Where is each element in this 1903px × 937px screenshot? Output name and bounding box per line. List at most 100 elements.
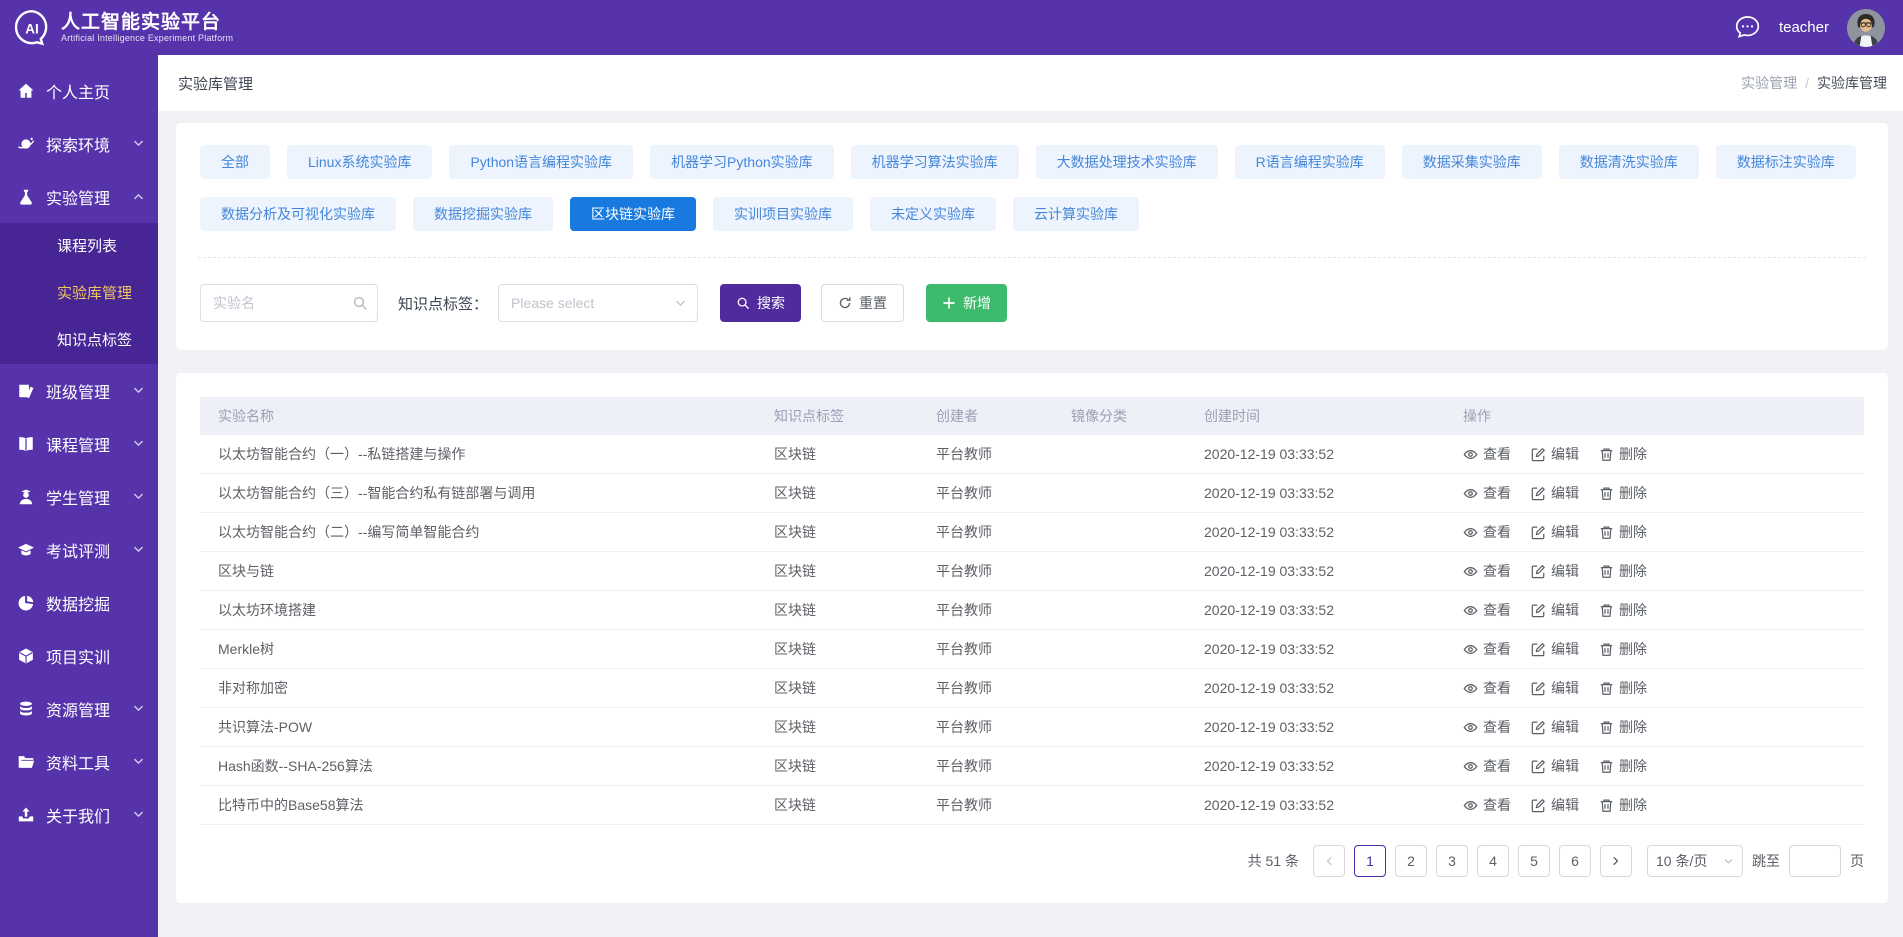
experiment-name-cell: 以太坊智能合约（二）--编写简单智能合约 [200, 522, 774, 542]
table-header-row: 实验名称 知识点标签 创建者 镜像分类 创建时间 操作 [200, 397, 1864, 435]
breadcrumb-parent[interactable]: 实验管理 [1741, 73, 1797, 93]
edit-button[interactable]: 编辑 [1531, 483, 1579, 503]
edit-button[interactable]: 编辑 [1531, 522, 1579, 542]
chevron-down-icon [132, 543, 145, 556]
knowledge-tag-select[interactable]: Please select [498, 284, 698, 322]
sidebar-item[interactable]: 资料工具 [0, 735, 158, 788]
sidebar-item[interactable]: 班级管理 [0, 364, 158, 417]
total-count: 共 51 条 [1248, 851, 1299, 871]
sidebar-item[interactable]: 课程管理 [0, 417, 158, 470]
delete-button[interactable]: 删除 [1599, 756, 1647, 776]
edit-button[interactable]: 编辑 [1531, 678, 1579, 698]
table-card: 实验名称 知识点标签 创建者 镜像分类 创建时间 操作 以太坊智能合约（一）--… [176, 373, 1888, 903]
sidebar-item[interactable]: 数据挖掘 [0, 576, 158, 629]
creator-cell: 平台教师 [936, 444, 1071, 464]
edit-button[interactable]: 编辑 [1531, 600, 1579, 620]
sidebar-subitem[interactable]: 知识点标签 [0, 317, 158, 364]
chevron-down-icon [132, 137, 145, 150]
view-button[interactable]: 查看 [1463, 483, 1511, 503]
edit-button[interactable]: 编辑 [1531, 756, 1579, 776]
filter-tag[interactable]: 机器学习Python实验库 [650, 145, 834, 179]
delete-button[interactable]: 删除 [1599, 795, 1647, 815]
creator-cell: 平台教师 [936, 756, 1071, 776]
page-number-button[interactable]: 3 [1436, 845, 1468, 877]
next-page-button[interactable] [1600, 845, 1632, 877]
message-bubble-icon[interactable] [1734, 14, 1761, 41]
sidebar-subitem[interactable]: 课程列表 [0, 223, 158, 270]
filter-tag[interactable]: 云计算实验库 [1013, 197, 1139, 231]
table-row: 共识算法-POW 区块链 平台教师 2020-12-19 03:33:52 查看 [200, 708, 1864, 747]
filter-tag[interactable]: 区块链实验库 [570, 197, 696, 231]
edit-button[interactable]: 编辑 [1531, 561, 1579, 581]
sidebar-item[interactable]: 资源管理 [0, 682, 158, 735]
created-time-cell: 2020-12-19 03:33:52 [1204, 563, 1463, 579]
view-button[interactable]: 查看 [1463, 795, 1511, 815]
view-button[interactable]: 查看 [1463, 600, 1511, 620]
trash-icon [1599, 681, 1614, 696]
delete-button[interactable]: 删除 [1599, 639, 1647, 659]
page-number-button[interactable]: 2 [1395, 845, 1427, 877]
row-actions: 查看 编辑 删除 [1463, 600, 1864, 620]
page-number-button[interactable]: 1 [1354, 845, 1386, 877]
filter-tag[interactable]: Linux系统实验库 [287, 145, 432, 179]
page-number-button[interactable]: 5 [1518, 845, 1550, 877]
reset-button[interactable]: 重置 [821, 284, 904, 322]
experiment-name-cell: 以太坊环境搭建 [200, 600, 774, 620]
view-button[interactable]: 查看 [1463, 444, 1511, 464]
avatar[interactable] [1847, 9, 1885, 47]
filter-tag[interactable]: R语言编程实验库 [1235, 145, 1385, 179]
edit-button[interactable]: 编辑 [1531, 795, 1579, 815]
filter-tag[interactable]: 全部 [200, 145, 270, 179]
created-time-cell: 2020-12-19 03:33:52 [1204, 641, 1463, 657]
sidebar-item[interactable]: 关于我们 [0, 788, 158, 841]
page-number-button[interactable]: 4 [1477, 845, 1509, 877]
view-button[interactable]: 查看 [1463, 522, 1511, 542]
view-button[interactable]: 查看 [1463, 561, 1511, 581]
filter-tag[interactable]: 机器学习算法实验库 [851, 145, 1019, 179]
filter-tag[interactable]: 数据分析及可视化实验库 [200, 197, 396, 231]
sidebar-item[interactable]: 个人主页 [0, 64, 158, 117]
delete-button[interactable]: 删除 [1599, 483, 1647, 503]
column-header: 创建时间 [1204, 406, 1463, 426]
view-button[interactable]: 查看 [1463, 639, 1511, 659]
sidebar-item-label: 资料工具 [46, 750, 110, 774]
top-header-bar: AI 人工智能实验平台 Artificial Intelligence Expe… [0, 0, 1903, 55]
view-button[interactable]: 查看 [1463, 678, 1511, 698]
delete-button[interactable]: 删除 [1599, 444, 1647, 464]
filter-tag[interactable]: 数据清洗实验库 [1559, 145, 1699, 179]
view-button[interactable]: 查看 [1463, 756, 1511, 776]
sidebar-submenu: 课程列表实验库管理知识点标签 [0, 223, 158, 364]
filter-tag[interactable]: 数据挖掘实验库 [413, 197, 553, 231]
filter-tag[interactable]: Python语言编程实验库 [449, 145, 633, 179]
edit-button[interactable]: 编辑 [1531, 639, 1579, 659]
table-row: Merkle树 区块链 平台教师 2020-12-19 03:33:52 查看 [200, 630, 1864, 669]
filter-tag[interactable]: 未定义实验库 [870, 197, 996, 231]
sidebar-item[interactable]: 学生管理 [0, 470, 158, 523]
delete-button[interactable]: 删除 [1599, 678, 1647, 698]
sidebar-subitem[interactable]: 实验库管理 [0, 270, 158, 317]
page-number-button[interactable]: 6 [1559, 845, 1591, 877]
trash-icon [1599, 759, 1614, 774]
add-button[interactable]: 新增 [926, 284, 1007, 322]
filter-tag[interactable]: 实训项目实验库 [713, 197, 853, 231]
edit-button[interactable]: 编辑 [1531, 444, 1579, 464]
filter-tag[interactable]: 数据采集实验库 [1402, 145, 1542, 179]
sidebar-item[interactable]: 实验管理 [0, 170, 158, 223]
filter-tag[interactable]: 数据标注实验库 [1716, 145, 1856, 179]
sidebar-item[interactable]: 项目实训 [0, 629, 158, 682]
sidebar-item-label: 数据挖掘 [46, 591, 110, 615]
search-button[interactable]: 搜索 [720, 284, 801, 322]
view-button[interactable]: 查看 [1463, 717, 1511, 737]
page-size-select[interactable]: 10 条/页 [1647, 845, 1743, 877]
sidebar-item[interactable]: 考试评测 [0, 523, 158, 576]
delete-button[interactable]: 删除 [1599, 717, 1647, 737]
prev-page-button[interactable] [1313, 845, 1345, 877]
jump-to-page-input[interactable] [1789, 845, 1841, 877]
delete-button[interactable]: 删除 [1599, 522, 1647, 542]
sidebar-item[interactable]: 探索环境 [0, 117, 158, 170]
filter-tag[interactable]: 大数据处理技术实验库 [1036, 145, 1218, 179]
delete-button[interactable]: 删除 [1599, 561, 1647, 581]
delete-button[interactable]: 删除 [1599, 600, 1647, 620]
edit-button[interactable]: 编辑 [1531, 717, 1579, 737]
folder-icon [17, 753, 35, 771]
